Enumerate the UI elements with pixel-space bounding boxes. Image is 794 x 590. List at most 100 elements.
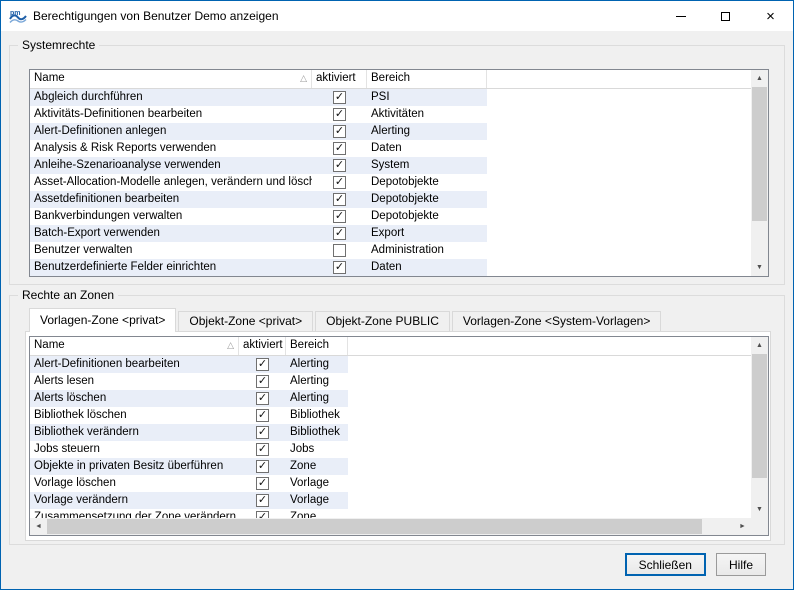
checkbox-checked-icon[interactable]: ✓ (333, 108, 346, 121)
zonen-group-label: Rechte an Zonen (18, 288, 118, 302)
close-button[interactable]: × (748, 1, 793, 31)
checkbox-checked-icon[interactable]: ✓ (333, 261, 346, 274)
table-row[interactable]: Jobs steuern ✓ Jobs (30, 441, 751, 458)
cell-aktiviert: ✓ (312, 174, 367, 191)
cell-aktiviert: ✓ (312, 123, 367, 140)
table-row[interactable]: Aktivitäts-Definitionen bearbeiten✓Aktiv… (30, 106, 751, 123)
scroll-right-button[interactable]: ► (734, 518, 751, 535)
checkbox-checked-icon[interactable]: ✓ (256, 511, 269, 518)
scroll-up-button[interactable]: ▲ (751, 337, 768, 354)
horizontal-scrollbar[interactable]: ◄ ► (30, 518, 751, 535)
systemrechte-table: Name △ aktiviert Bereich Abgleich durchf… (29, 69, 769, 277)
checkbox-checked-icon[interactable]: ✓ (333, 193, 346, 206)
tab-4[interactable]: Vorlagen-Zone <System-Vorlagen> (452, 311, 661, 332)
table-row[interactable]: Objekte in privaten Besitz überführen✓Zo… (30, 458, 751, 475)
cell-aktiviert: ✓ (239, 356, 286, 373)
cell-bereich: Jobs (286, 441, 348, 458)
scroll-down-button[interactable]: ▼ (751, 259, 768, 276)
table-row[interactable]: Vorlage löschen✓Vorlage (30, 475, 751, 492)
cell-name: Zusammensetzung der Zone verändern (30, 509, 239, 518)
tab-1[interactable]: Vorlagen-Zone <privat> (29, 308, 176, 332)
checkbox-checked-icon[interactable]: ✓ (256, 392, 269, 405)
table-row[interactable]: Benutzerdefinierte Felder einrichten✓Dat… (30, 259, 751, 276)
checkbox-checked-icon[interactable]: ✓ (256, 375, 269, 388)
vertical-scrollbar[interactable]: ▲ ▼ (751, 337, 768, 518)
column-header-aktiviert[interactable]: aktiviert (312, 70, 367, 88)
cell-bereich: Bibliothek (286, 407, 348, 424)
table-row[interactable]: Vorlage verändern✓Vorlage (30, 492, 751, 509)
table-row[interactable]: Bibliothek löschen✓Bibliothek (30, 407, 751, 424)
checkbox-checked-icon[interactable]: ✓ (333, 125, 346, 138)
schliessen-button[interactable]: Schließen (625, 553, 706, 576)
cell-bereich: Depotobjekte (367, 208, 487, 225)
checkbox-checked-icon[interactable]: ✓ (333, 159, 346, 172)
cell-bereich: Daten (367, 140, 487, 157)
checkbox-checked-icon[interactable]: ✓ (333, 91, 346, 104)
minimize-button[interactable] (658, 1, 703, 31)
scrollbar-thumb[interactable] (752, 87, 767, 221)
scrollbar-thumb[interactable] (47, 519, 702, 534)
maximize-button[interactable] (703, 1, 748, 31)
table-row[interactable]: Alert-Definitionen anlegen✓Alerting (30, 123, 751, 140)
footer-buttons: Schließen Hilfe (625, 553, 766, 576)
table-row[interactable]: Abgleich durchführen✓PSI (30, 89, 751, 106)
cell-bereich: Bibliothek (286, 424, 348, 441)
table-row[interactable]: Anleihe-Szenarioanalyse verwenden✓System (30, 157, 751, 174)
checkbox-checked-icon[interactable]: ✓ (333, 142, 346, 155)
table-row[interactable]: Alerts löschen✓Alerting (30, 390, 751, 407)
column-header-name[interactable]: Name △ (30, 70, 312, 88)
maximize-icon (721, 12, 730, 21)
column-header-bereich[interactable]: Bereich (367, 70, 487, 88)
tab-2[interactable]: Objekt-Zone <privat> (178, 311, 313, 332)
checkbox-checked-icon[interactable]: ✓ (333, 227, 346, 240)
cell-aktiviert: ✓ (239, 458, 286, 475)
checkbox-checked-icon[interactable]: ✓ (256, 358, 269, 371)
cell-aktiviert: ✓ (239, 441, 286, 458)
app-icon[interactable]: pm (9, 8, 27, 24)
checkbox-checked-icon[interactable]: ✓ (333, 176, 346, 189)
table-row[interactable]: Zusammensetzung der Zone verändern✓Zone (30, 509, 751, 518)
tab-3[interactable]: Objekt-Zone PUBLIC (315, 311, 450, 332)
cell-bereich: PSI (367, 89, 487, 106)
table-body: Abgleich durchführen✓PSIAktivitäts-Defin… (30, 89, 751, 276)
table-row[interactable]: Assetdefinitionen bearbeiten✓Depotobjekt… (30, 191, 751, 208)
cell-aktiviert: ✓ (239, 424, 286, 441)
cell-bereich: Daten (367, 259, 487, 276)
scrollbar-thumb[interactable] (752, 354, 767, 478)
zone-tabstrip: Vorlagen-Zone <privat>Objekt-Zone <priva… (29, 309, 663, 332)
table-row[interactable]: Batch-Export verwenden✓Export (30, 225, 751, 242)
scroll-down-button[interactable]: ▼ (751, 501, 768, 518)
table-row[interactable]: Alerts lesen✓Alerting (30, 373, 751, 390)
checkbox-unchecked-icon[interactable] (333, 244, 346, 257)
column-header-name[interactable]: Name △ (30, 337, 239, 355)
cell-name: Aktivitäts-Definitionen bearbeiten (30, 106, 312, 123)
checkbox-checked-icon[interactable]: ✓ (256, 443, 269, 456)
checkbox-checked-icon[interactable]: ✓ (256, 409, 269, 422)
dialog-body: Systemrechte Name △ aktiviert Bereich Ab… (1, 31, 793, 589)
column-header-name-label: Name (34, 339, 65, 351)
table-row[interactable]: Bibliothek verändern✓Bibliothek (30, 424, 751, 441)
cell-name: Alert-Definitionen bearbeiten (30, 356, 239, 373)
titlebar: pm Berechtigungen von Benutzer Demo anze… (1, 1, 793, 31)
dialog-window: pm Berechtigungen von Benutzer Demo anze… (0, 0, 794, 590)
cell-bereich: Depotobjekte (367, 191, 487, 208)
scroll-up-button[interactable]: ▲ (751, 70, 768, 87)
column-header-bereich[interactable]: Bereich (286, 337, 348, 355)
table-row[interactable]: Analysis & Risk Reports verwenden✓Daten (30, 140, 751, 157)
checkbox-checked-icon[interactable]: ✓ (256, 494, 269, 507)
table-body: Alert-Definitionen bearbeiten✓AlertingAl… (30, 356, 751, 518)
table-row[interactable]: Alert-Definitionen bearbeiten✓Alerting (30, 356, 751, 373)
vertical-scrollbar[interactable]: ▲ ▼ (751, 70, 768, 276)
checkbox-checked-icon[interactable]: ✓ (333, 210, 346, 223)
close-icon: × (766, 9, 775, 24)
column-header-aktiviert[interactable]: aktiviert (239, 337, 286, 355)
cell-name: Jobs steuern (30, 441, 239, 458)
checkbox-checked-icon[interactable]: ✓ (256, 426, 269, 439)
checkbox-checked-icon[interactable]: ✓ (256, 460, 269, 473)
table-row[interactable]: Benutzer verwaltenAdministration (30, 242, 751, 259)
scroll-left-button[interactable]: ◄ (30, 518, 47, 535)
hilfe-button[interactable]: Hilfe (716, 553, 766, 576)
table-row[interactable]: Bankverbindungen verwalten✓Depotobjekte (30, 208, 751, 225)
checkbox-checked-icon[interactable]: ✓ (256, 477, 269, 490)
table-row[interactable]: Asset-Allocation-Modelle anlegen, veränd… (30, 174, 751, 191)
